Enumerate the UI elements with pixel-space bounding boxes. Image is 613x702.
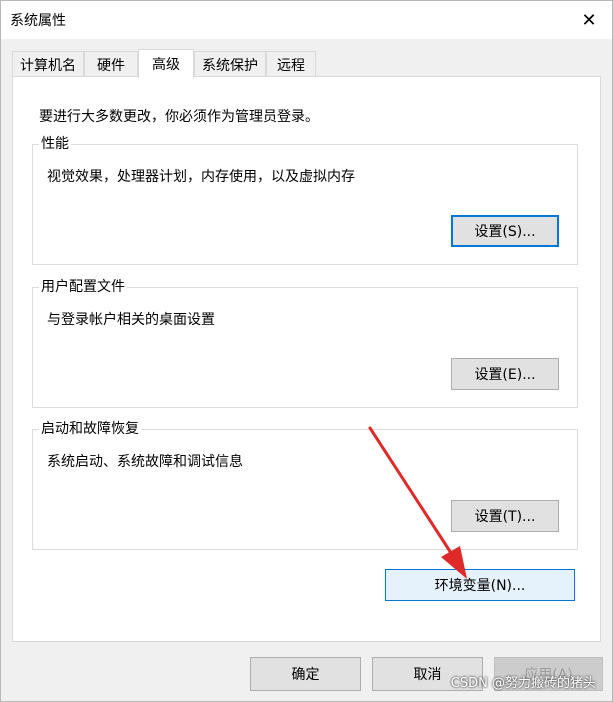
close-button[interactable]: ✕ [566, 1, 612, 39]
title-bar[interactable]: 系统属性 ✕ [1, 1, 612, 39]
startup-recovery-title: 启动和故障恢复 [39, 420, 141, 438]
watermark: CSDN @努力搬砖的猪头 [450, 676, 596, 691]
tab-computer-name[interactable]: 计算机名 [12, 51, 84, 77]
button-label: 取消 [413, 667, 442, 683]
performance-title: 性能 [39, 135, 71, 153]
close-icon: ✕ [581, 9, 597, 31]
button-label: 设置(T)... [474, 509, 536, 525]
startup-recovery-group: 启动和故障恢复 系统启动、系统故障和调试信息 设置(T)... [32, 420, 578, 550]
performance-group: 性能 视觉效果，处理器计划，内存使用，以及虚拟内存 设置(S)... [32, 135, 578, 265]
startup-recovery-settings-button[interactable]: 设置(T)... [451, 500, 559, 532]
tab-label: 系统保护 [202, 57, 258, 74]
startup-recovery-desc: 系统启动、系统故障和调试信息 [47, 454, 243, 470]
button-label: 设置(E)... [474, 367, 536, 383]
user-profiles-title: 用户配置文件 [39, 278, 127, 296]
tab-label: 远程 [277, 57, 305, 74]
ok-button[interactable]: 确定 [250, 657, 361, 691]
button-label: 环境变量(N)... [434, 578, 526, 594]
user-profiles-desc: 与登录帐户相关的桌面设置 [47, 312, 215, 328]
performance-desc: 视觉效果，处理器计划，内存使用，以及虚拟内存 [47, 169, 355, 185]
user-profiles-settings-button[interactable]: 设置(E)... [451, 358, 559, 390]
advanced-panel: 要进行大多数更改，你必须作为管理员登录。 性能 视觉效果，处理器计划，内存使用，… [12, 76, 601, 642]
window-title: 系统属性 [10, 13, 66, 29]
tab-system-protection[interactable]: 系统保护 [194, 51, 266, 77]
tab-hardware[interactable]: 硬件 [84, 51, 138, 77]
user-profiles-group: 用户配置文件 与登录帐户相关的桌面设置 设置(E)... [32, 278, 578, 408]
environment-variables-button[interactable]: 环境变量(N)... [385, 569, 575, 601]
tab-advanced[interactable]: 高级 [138, 49, 194, 78]
system-properties-window: 系统属性 ✕ 计算机名 硬件 高级 系统保护 远程 要进行大多数更改，你必须作为… [0, 0, 613, 702]
tab-label: 计算机名 [20, 57, 76, 74]
tab-label: 硬件 [97, 57, 125, 74]
admin-note: 要进行大多数更改，你必须作为管理员登录。 [39, 109, 319, 125]
tab-label: 高级 [152, 57, 180, 73]
button-label: 确定 [291, 667, 320, 683]
button-label: 设置(S)... [474, 224, 536, 240]
performance-settings-button[interactable]: 设置(S)... [451, 215, 559, 247]
tab-remote[interactable]: 远程 [266, 51, 316, 77]
